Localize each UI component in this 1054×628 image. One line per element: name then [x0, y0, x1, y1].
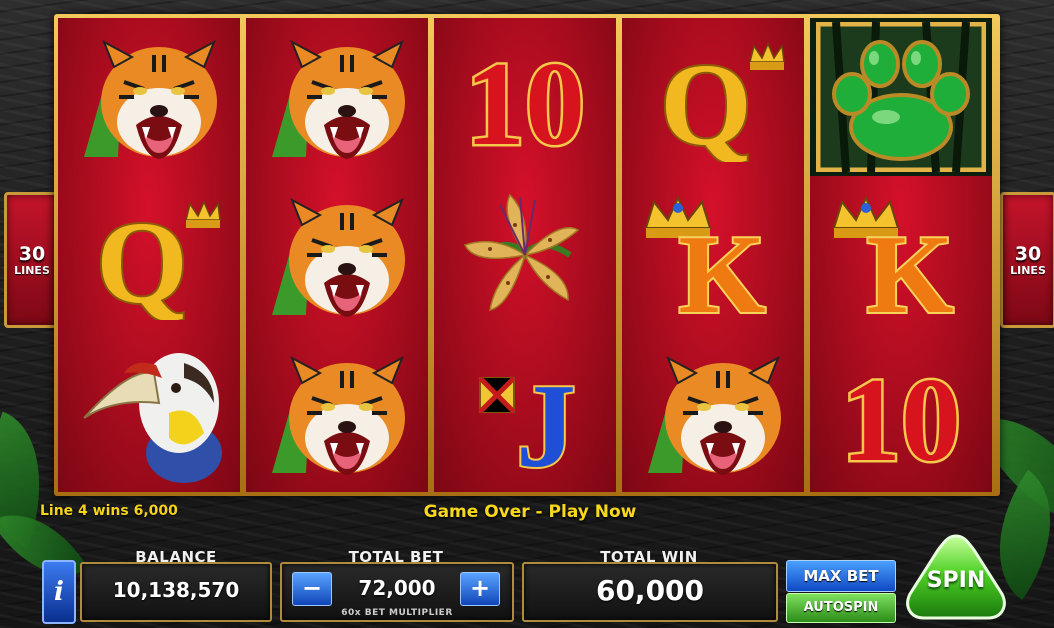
total-bet-panel: − 72,000 + 60x BET MULTIPLIER	[280, 562, 514, 622]
info-button[interactable]: i	[42, 560, 76, 624]
reel-2	[246, 18, 428, 492]
symbol-jack: J	[434, 334, 616, 492]
autospin-button[interactable]: AUTOSPIN	[786, 593, 896, 623]
total-win-value: 60,000	[595, 574, 705, 607]
symbol-tiger	[246, 176, 428, 334]
svg-text:Q: Q	[96, 197, 188, 320]
svg-text:K: K	[866, 213, 953, 320]
lines-indicator-left[interactable]: 30 LINES	[4, 192, 60, 328]
symbol-queen: Q	[622, 18, 804, 176]
spin-label: SPIN	[926, 568, 986, 593]
svg-text:K: K	[678, 213, 765, 320]
game-message: Game Over - Play Now	[423, 502, 637, 522]
total-win-panel: 60,000	[522, 562, 778, 622]
spin-button[interactable]: SPIN	[902, 532, 1010, 624]
line-win-text: Line 4 wins 6,000	[40, 503, 178, 519]
symbol-ten: 10	[434, 18, 616, 176]
lines-label: LINES	[1010, 263, 1046, 277]
reel-3: 10 J	[434, 18, 616, 492]
balance-value: 10,138,570	[112, 578, 240, 602]
increase-bet-button[interactable]: +	[460, 572, 500, 606]
symbol-tiger	[58, 18, 240, 176]
lines-label: LINES	[14, 263, 50, 277]
bet-multiplier-text: 60x BET MULTIPLIER	[341, 608, 453, 618]
symbol-tiger-lily	[434, 176, 616, 334]
symbol-king: K	[622, 176, 804, 334]
symbol-ten: 10	[810, 334, 992, 492]
reel-4: Q K	[622, 18, 804, 492]
symbol-tiger	[246, 18, 428, 176]
lines-count: 30	[1014, 242, 1042, 265]
reel-1: Q	[58, 18, 240, 492]
symbol-hornbill	[58, 334, 240, 492]
symbol-king: K	[810, 176, 992, 334]
svg-text:Q: Q	[660, 39, 752, 162]
symbol-paw-scatter	[810, 18, 992, 176]
balance-panel: 10,138,570	[80, 562, 272, 622]
svg-text:10: 10	[465, 37, 585, 162]
reel-grid: Q 10 J Q K K 10	[54, 14, 1000, 496]
max-bet-button[interactable]: MAX BET	[786, 560, 896, 592]
lines-indicator-right[interactable]: 30 LINES	[1000, 192, 1054, 328]
symbol-tiger	[622, 334, 804, 492]
svg-text:10: 10	[841, 353, 961, 478]
reel-5: K 10	[810, 18, 992, 492]
symbol-tiger	[246, 334, 428, 492]
symbol-queen: Q	[58, 176, 240, 334]
lines-count: 30	[18, 242, 46, 265]
svg-text:J: J	[516, 359, 576, 478]
